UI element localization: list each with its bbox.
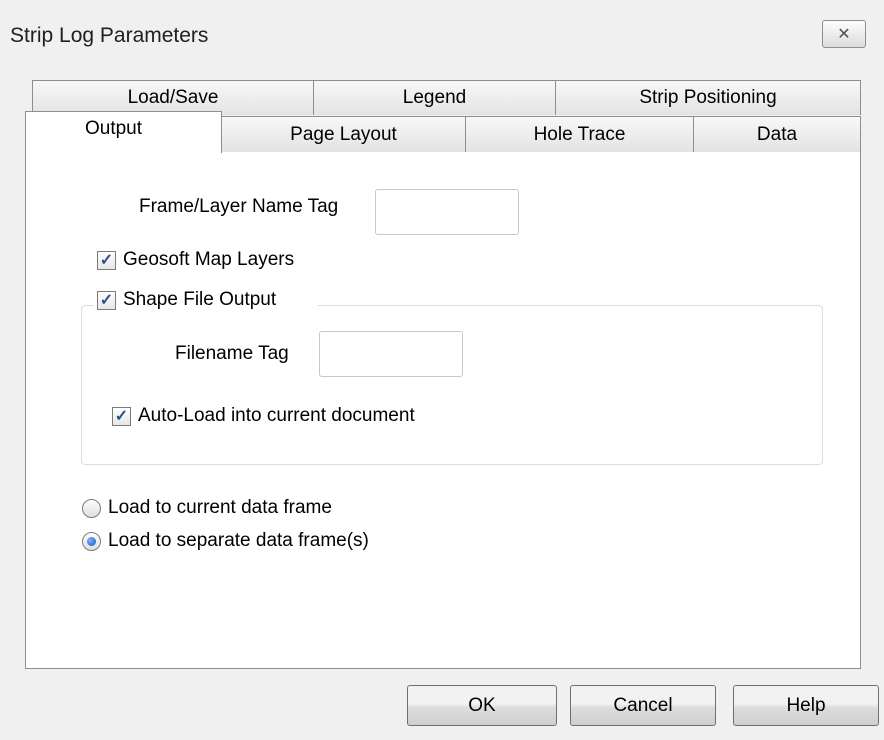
load-current-frame-label: Load to current data frame — [108, 497, 332, 518]
shape-file-group — [81, 305, 823, 465]
load-separate-frames-radio[interactable] — [82, 532, 101, 551]
cancel-label: Cancel — [613, 694, 673, 716]
check-icon: ✓ — [99, 251, 114, 269]
tab-output[interactable]: Output — [25, 111, 222, 153]
tab-legend[interactable]: Legend — [313, 80, 556, 115]
frame-layer-name-tag-label: Frame/Layer Name Tag — [139, 196, 339, 217]
tab-strip-positioning[interactable]: Strip Positioning — [555, 80, 861, 115]
frame-layer-name-tag-input[interactable] — [375, 189, 519, 235]
tab-load-save[interactable]: Load/Save — [32, 80, 314, 115]
load-current-frame-radio[interactable] — [82, 499, 101, 518]
auto-load-label: Auto-Load into current document — [138, 405, 415, 426]
tab-label: Legend — [402, 87, 467, 108]
load-separate-frames-label: Load to separate data frame(s) — [108, 530, 369, 551]
geosoft-map-layers-label: Geosoft Map Layers — [123, 249, 295, 270]
filename-tag-input[interactable] — [319, 331, 463, 377]
tab-data[interactable]: Data — [693, 116, 861, 152]
close-icon: ✕ — [837, 26, 851, 43]
tab-label: Hole Trace — [533, 123, 626, 145]
tab-page-layout[interactable]: Page Layout — [221, 116, 466, 152]
tab-label: Load/Save — [127, 87, 219, 108]
window-title: Strip Log Parameters — [10, 24, 209, 47]
help-button[interactable]: Help — [733, 685, 879, 726]
geosoft-map-layers-checkbox[interactable]: ✓ — [97, 251, 116, 270]
help-label: Help — [786, 694, 826, 716]
filename-tag-label: Filename Tag — [175, 343, 289, 364]
ok-label: OK — [468, 694, 496, 716]
close-button[interactable]: ✕ — [822, 20, 866, 48]
check-icon: ✓ — [114, 407, 129, 425]
shape-file-output-label: Shape File Output — [123, 289, 277, 310]
tab-label: Page Layout — [290, 123, 397, 145]
ok-button[interactable]: OK — [407, 685, 557, 726]
shape-file-output-checkbox[interactable]: ✓ — [97, 291, 116, 310]
auto-load-checkbox[interactable]: ✓ — [112, 407, 131, 426]
tab-hole-trace[interactable]: Hole Trace — [465, 116, 694, 152]
check-icon: ✓ — [99, 291, 114, 309]
tab-label: Strip Positioning — [639, 87, 777, 108]
cancel-button[interactable]: Cancel — [570, 685, 716, 726]
tab-label: Data — [756, 123, 798, 145]
tab-label: Output — [84, 118, 143, 139]
